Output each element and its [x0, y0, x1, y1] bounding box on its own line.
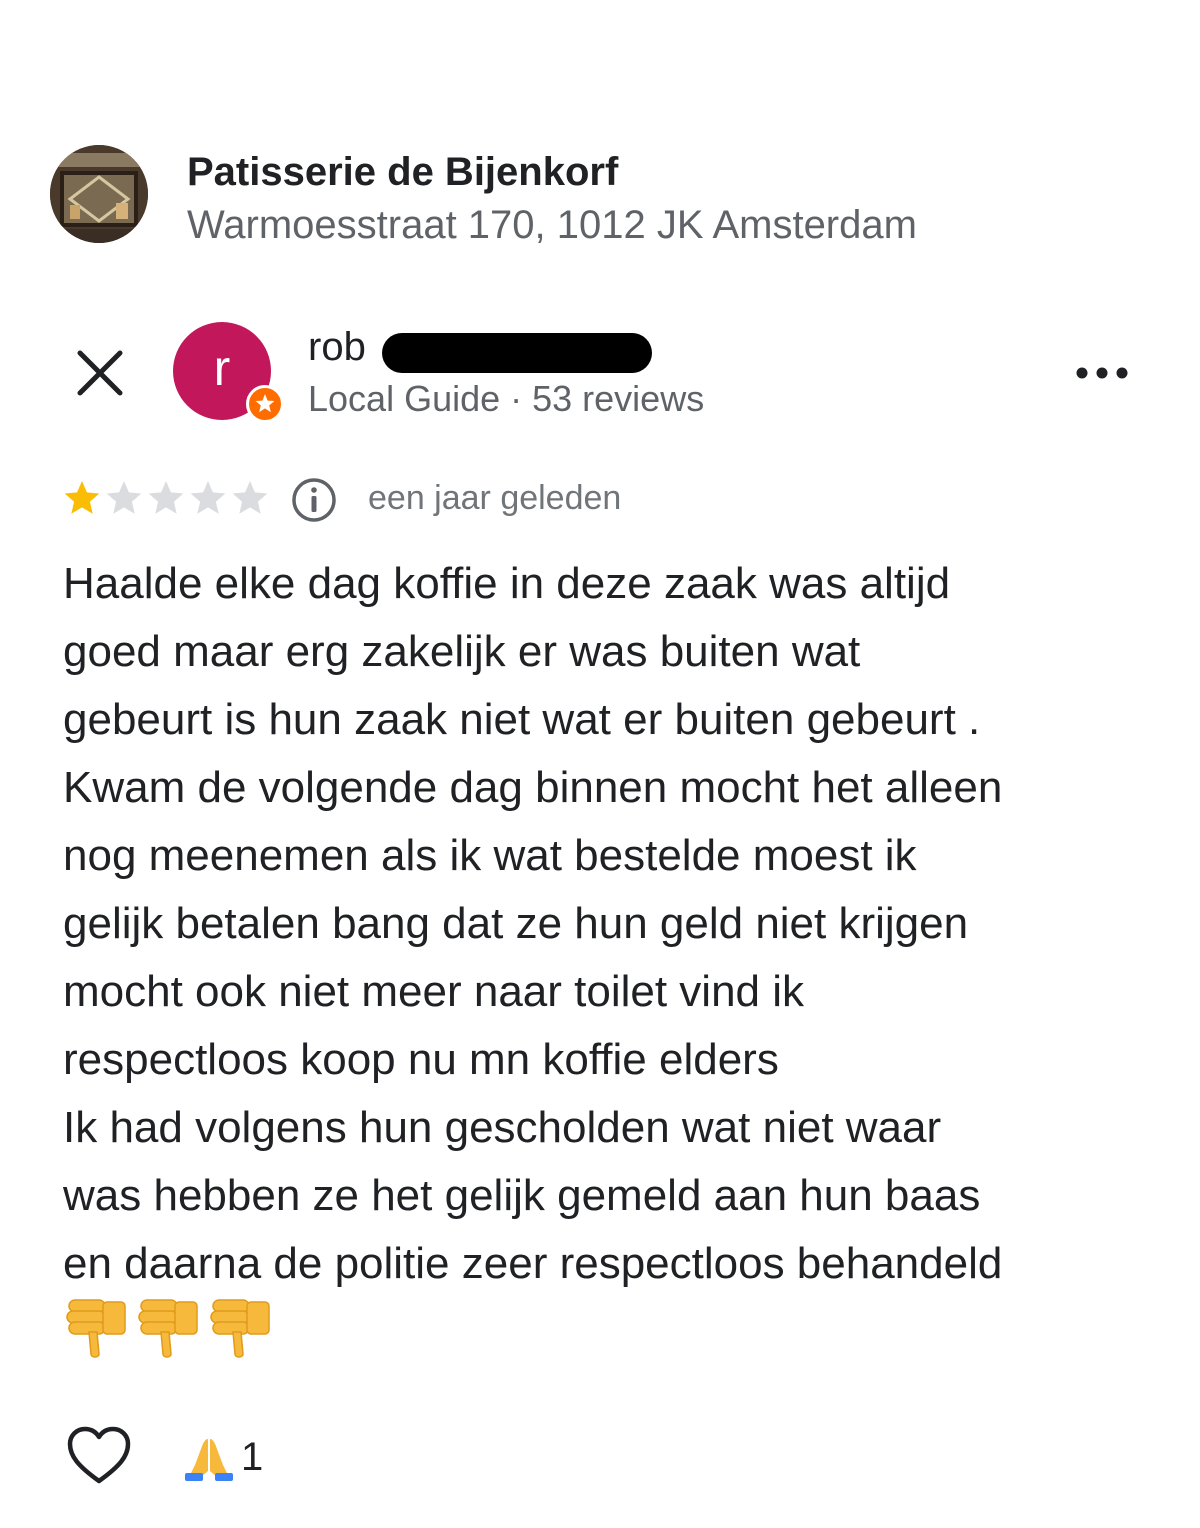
place-name: Patisserie de Bijenkorf [187, 150, 619, 194]
thumbs-down-icon [210, 1299, 270, 1358]
star-empty-icon [190, 481, 226, 514]
star-filled-icon [64, 481, 100, 514]
thumbs-down-emojis [65, 1296, 271, 1360]
local-guide-badge [246, 385, 284, 423]
close-icon [77, 350, 123, 396]
folded-hands-icon [185, 1439, 233, 1481]
review-text: Haalde elke dag koffie in deze zaak was … [63, 559, 1003, 1288]
like-button[interactable] [66, 1426, 132, 1486]
star-empty-icon [106, 481, 142, 514]
place-header[interactable]: Patisserie de Bijenkorf Warmoesstraat 17… [0, 0, 1200, 300]
more-options-button[interactable] [1070, 355, 1134, 391]
reviewer-name[interactable]: rob [308, 325, 366, 370]
thumbs-down-icon [138, 1299, 198, 1358]
review-time: een jaar geleden [368, 479, 622, 517]
place-address: Warmoesstraat 170, 1012 JK Amsterdam [187, 203, 917, 247]
star-empty-icon [232, 481, 268, 514]
reviewer-meta: Local Guide · 53 reviews [308, 378, 705, 419]
star-badge-icon [255, 394, 275, 413]
star-rating [62, 478, 270, 520]
place-thumbnail [50, 145, 148, 243]
close-button[interactable] [72, 345, 128, 401]
info-icon [292, 478, 336, 522]
star-empty-icon [148, 481, 184, 514]
name-redaction [382, 333, 652, 373]
reaction-count: 1 [241, 1434, 264, 1479]
heart-icon [67, 1426, 131, 1484]
thumbs-down-icon [66, 1299, 126, 1358]
info-button[interactable] [290, 476, 338, 524]
more-horizontal-icon [1076, 367, 1128, 379]
pray-reaction[interactable]: 1 [183, 1432, 263, 1482]
